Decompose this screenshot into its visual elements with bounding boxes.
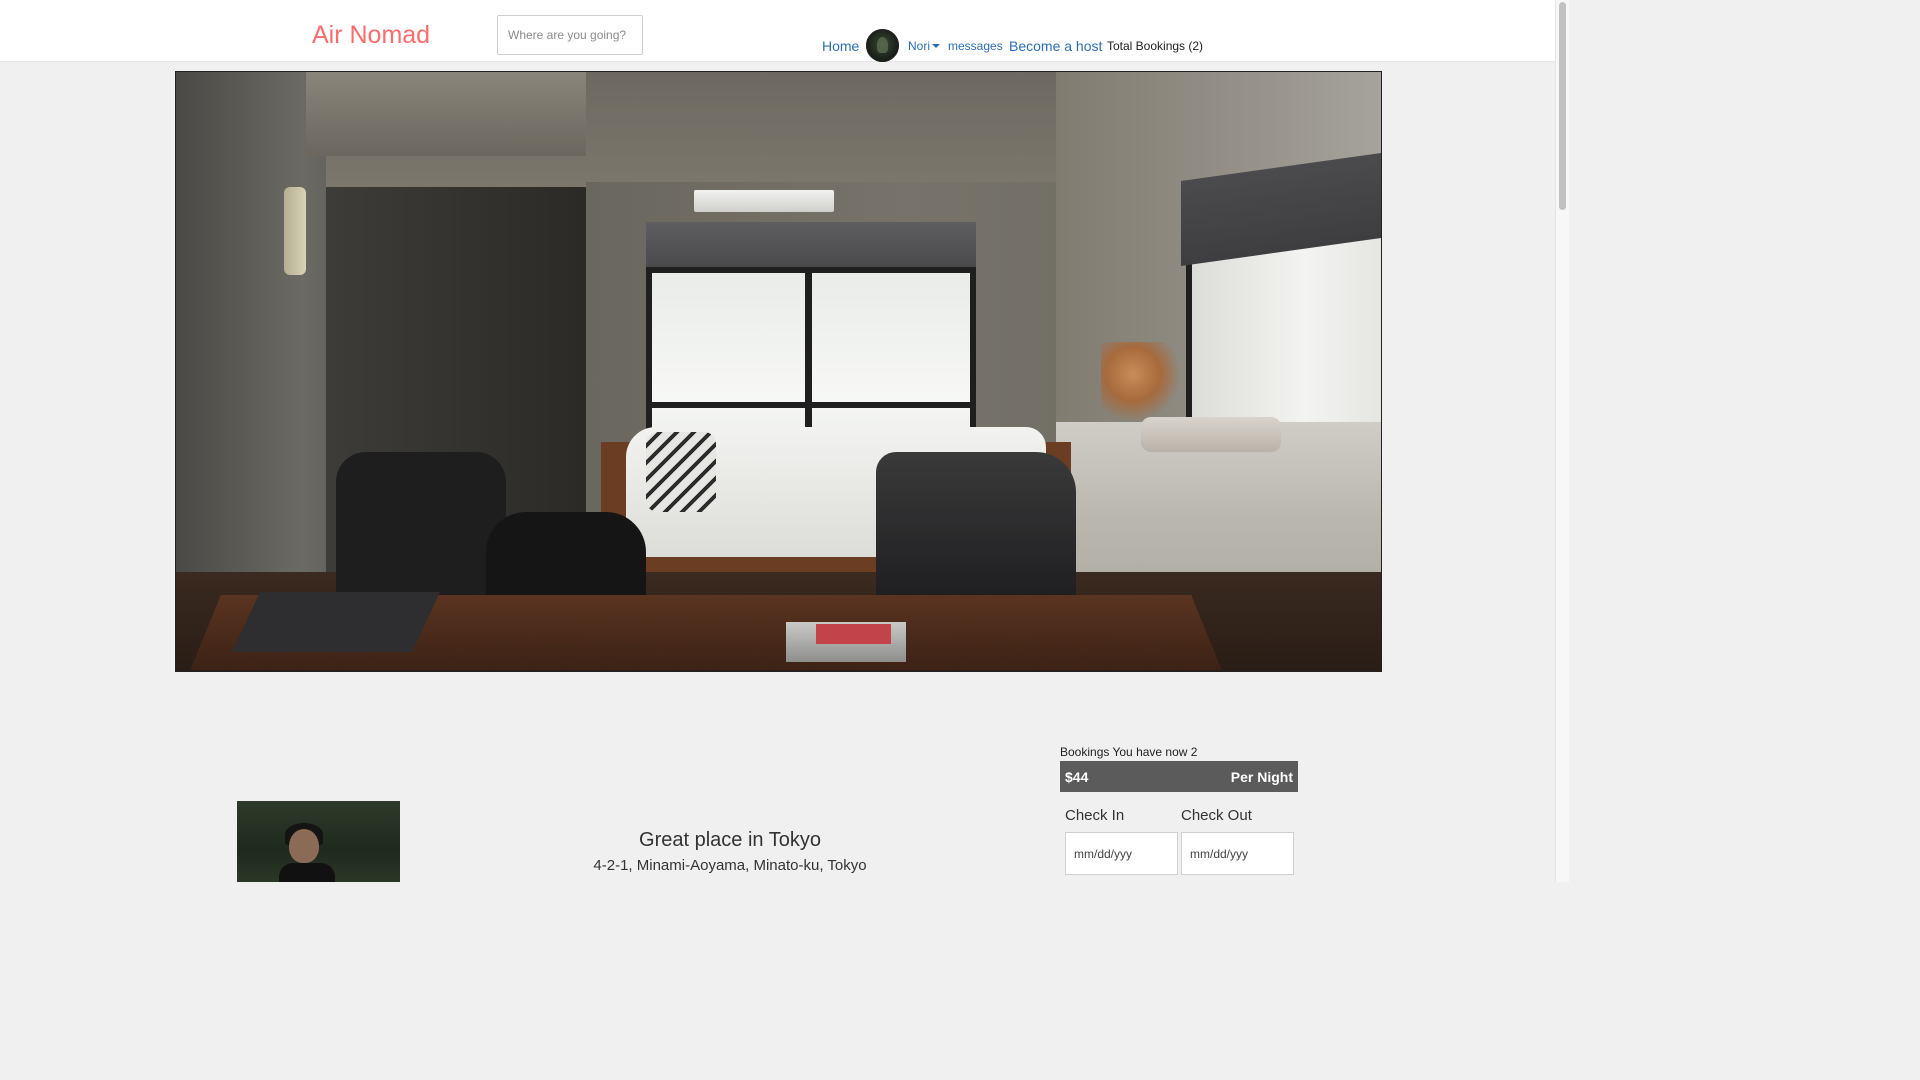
scrollbar-thumb[interactable] — [1559, 2, 1566, 210]
price-unit: Per Night — [1230, 768, 1293, 785]
user-avatar[interactable] — [866, 29, 899, 62]
price-per-night-bar: $44 Per Night — [1060, 761, 1298, 792]
price-amount: $44 — [1065, 768, 1089, 785]
caret-down-icon — [932, 44, 941, 48]
brand-logo[interactable]: Air Nomad — [312, 20, 430, 50]
nav-become-host-link[interactable]: Become a host — [1009, 37, 1102, 55]
listing-title: Great place in Tokyo — [639, 829, 821, 851]
page-scrollbar[interactable] — [1555, 0, 1569, 882]
booking-count-text: Bookings You have now 2 — [1060, 745, 1198, 759]
user-name: Nori — [908, 39, 931, 53]
check-out-date-input[interactable] — [1181, 832, 1294, 875]
search-input[interactable] — [497, 15, 643, 55]
check-in-date-input[interactable] — [1065, 832, 1178, 875]
top-navbar: Air Nomad Home Nori messages Become a ho… — [0, 0, 1555, 62]
nav-home-link[interactable]: Home — [822, 37, 859, 55]
check-in-label: Check In — [1065, 807, 1125, 824]
host-avatar-photo — [237, 801, 400, 882]
listing-hero-photo — [175, 71, 1382, 672]
nav-messages-link[interactable]: messages — [948, 39, 1003, 53]
total-bookings-count: Total Bookings (2) — [1107, 39, 1204, 53]
user-menu-dropdown[interactable]: Nori — [908, 39, 941, 53]
listing-address: 4-2-1, Minami-Aoyama, Minato-ku, Tokyo — [593, 857, 867, 874]
check-out-label: Check Out — [1181, 807, 1252, 824]
